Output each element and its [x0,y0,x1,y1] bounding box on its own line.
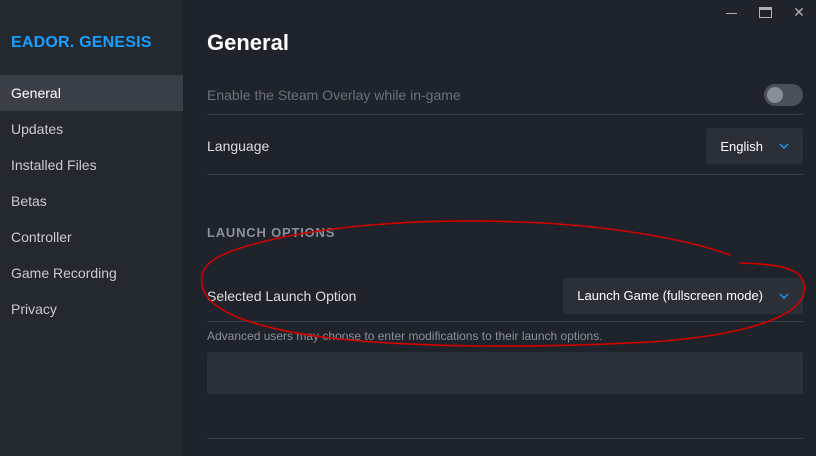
sidebar-item-privacy[interactable]: Privacy [0,291,183,327]
sidebar-item-general[interactable]: General [0,75,183,111]
game-title: EADOR. GENESIS [11,34,152,51]
maximize-button[interactable] [748,0,782,24]
main-panel: ✕ General Enable the Steam Overlay while… [183,0,816,456]
close-icon: ✕ [793,3,805,20]
overlay-toggle[interactable] [764,83,803,106]
sidebar-item-controller[interactable]: Controller [0,219,183,255]
selected-launch-option-label: Selected Launch Option [207,287,357,304]
page-title: General [207,30,289,55]
launch-option-dropdown[interactable]: Launch Game (fullscreen mode) [563,277,803,314]
sidebar-item-betas[interactable]: Betas [0,183,183,219]
minimize-button[interactable] [714,0,748,24]
chevron-down-icon [779,143,789,149]
language-setting-row: Language English [207,118,803,175]
sidebar-item-installed-files[interactable]: Installed Files [0,147,183,183]
language-label: Language [207,138,270,154]
language-dropdown[interactable]: English [706,128,803,164]
overlay-setting-row: Enable the Steam Overlay while in-game [207,75,803,115]
sidebar-item-updates[interactable]: Updates [0,111,183,147]
divider [207,438,803,439]
launch-options-input[interactable] [207,352,803,394]
minimize-icon [725,12,737,14]
window-controls: ✕ [714,0,816,24]
sidebar-item-game-recording[interactable]: Game Recording [0,255,183,291]
chevron-down-icon [779,293,789,299]
sidebar: EADOR. GENESIS General Updates Installed… [0,0,183,456]
launch-option-row: Selected Launch Option Launch Game (full… [207,270,803,322]
launch-options-heading: LAUNCH OPTIONS [207,225,336,240]
launch-option-value: Launch Game (fullscreen mode) [577,288,763,303]
sidebar-nav: General Updates Installed Files Betas Co… [0,75,183,327]
toggle-knob [767,86,783,103]
maximize-icon [758,6,772,18]
language-value: English [720,138,763,154]
overlay-label: Enable the Steam Overlay while in-game [207,86,461,103]
launch-options-helper-text: Advanced users may choose to enter modif… [207,329,603,343]
close-button[interactable]: ✕ [782,0,816,24]
